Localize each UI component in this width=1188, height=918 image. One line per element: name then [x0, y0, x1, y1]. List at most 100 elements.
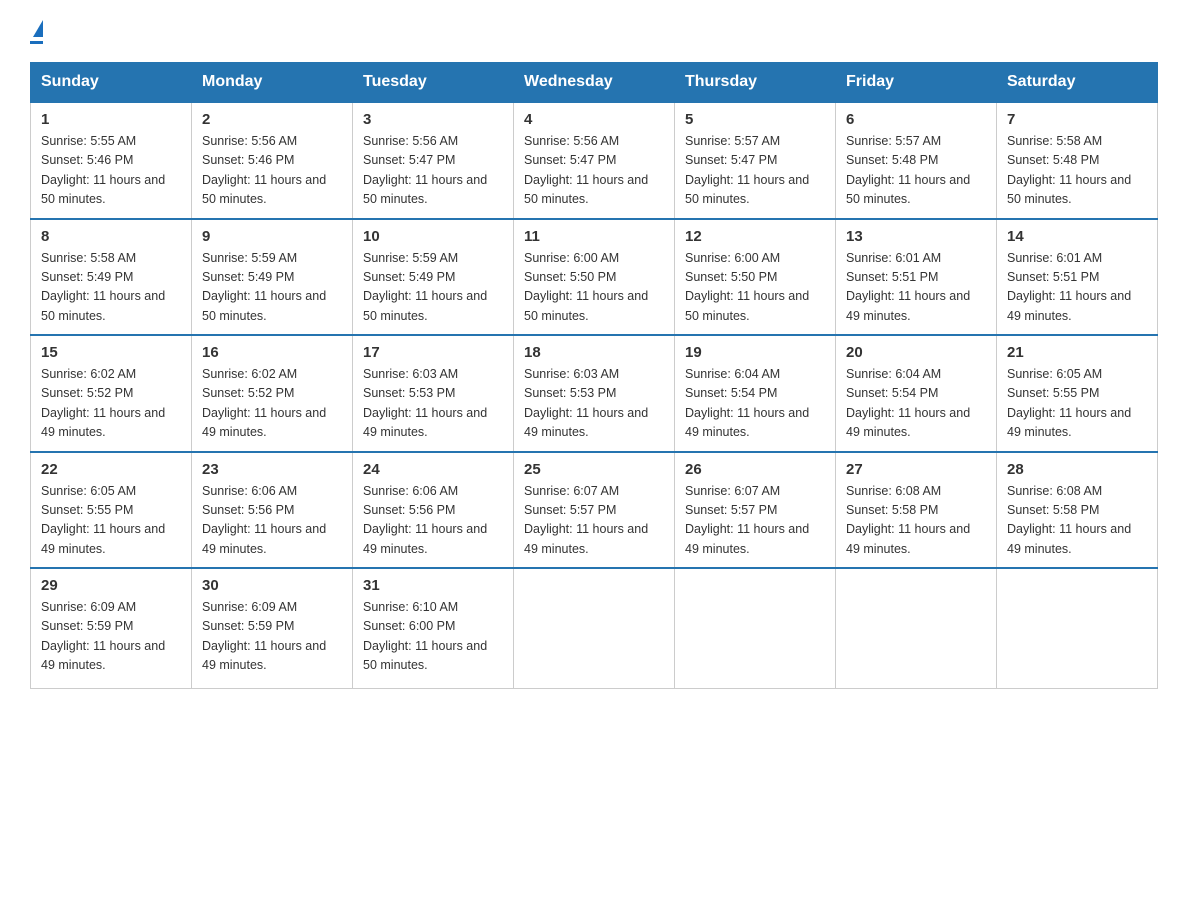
day-info: Sunrise: 6:03 AMSunset: 5:53 PMDaylight:… — [524, 365, 664, 443]
calendar-cell: 12 Sunrise: 6:00 AMSunset: 5:50 PMDaylig… — [675, 219, 836, 336]
day-info: Sunrise: 5:57 AMSunset: 5:47 PMDaylight:… — [685, 132, 825, 210]
col-header-sunday: Sunday — [31, 63, 192, 103]
day-info: Sunrise: 6:00 AMSunset: 5:50 PMDaylight:… — [524, 249, 664, 327]
day-number: 20 — [846, 344, 986, 361]
day-info: Sunrise: 6:05 AMSunset: 5:55 PMDaylight:… — [1007, 365, 1147, 443]
day-number: 5 — [685, 111, 825, 128]
day-info: Sunrise: 6:00 AMSunset: 5:50 PMDaylight:… — [685, 249, 825, 327]
calendar-cell: 4 Sunrise: 5:56 AMSunset: 5:47 PMDayligh… — [514, 102, 675, 219]
day-number: 29 — [41, 577, 181, 594]
day-number: 24 — [363, 461, 503, 478]
day-number: 7 — [1007, 111, 1147, 128]
day-info: Sunrise: 6:02 AMSunset: 5:52 PMDaylight:… — [202, 365, 342, 443]
col-header-wednesday: Wednesday — [514, 63, 675, 103]
day-number: 11 — [524, 228, 664, 245]
day-number: 31 — [363, 577, 503, 594]
calendar-cell — [836, 568, 997, 688]
day-info: Sunrise: 6:06 AMSunset: 5:56 PMDaylight:… — [363, 482, 503, 560]
day-number: 27 — [846, 461, 986, 478]
day-info: Sunrise: 6:07 AMSunset: 5:57 PMDaylight:… — [524, 482, 664, 560]
calendar-cell: 17 Sunrise: 6:03 AMSunset: 5:53 PMDaylig… — [353, 335, 514, 452]
calendar-cell: 18 Sunrise: 6:03 AMSunset: 5:53 PMDaylig… — [514, 335, 675, 452]
day-number: 15 — [41, 344, 181, 361]
day-info: Sunrise: 6:10 AMSunset: 6:00 PMDaylight:… — [363, 598, 503, 676]
day-info: Sunrise: 6:05 AMSunset: 5:55 PMDaylight:… — [41, 482, 181, 560]
calendar-cell: 6 Sunrise: 5:57 AMSunset: 5:48 PMDayligh… — [836, 102, 997, 219]
day-number: 9 — [202, 228, 342, 245]
day-number: 2 — [202, 111, 342, 128]
col-header-friday: Friday — [836, 63, 997, 103]
day-number: 16 — [202, 344, 342, 361]
day-info: Sunrise: 5:57 AMSunset: 5:48 PMDaylight:… — [846, 132, 986, 210]
calendar-cell: 2 Sunrise: 5:56 AMSunset: 5:46 PMDayligh… — [192, 102, 353, 219]
day-info: Sunrise: 5:56 AMSunset: 5:47 PMDaylight:… — [363, 132, 503, 210]
calendar-cell — [997, 568, 1158, 688]
day-info: Sunrise: 6:03 AMSunset: 5:53 PMDaylight:… — [363, 365, 503, 443]
day-number: 10 — [363, 228, 503, 245]
calendar-cell: 25 Sunrise: 6:07 AMSunset: 5:57 PMDaylig… — [514, 452, 675, 569]
day-info: Sunrise: 6:01 AMSunset: 5:51 PMDaylight:… — [1007, 249, 1147, 327]
day-number: 18 — [524, 344, 664, 361]
day-number: 1 — [41, 111, 181, 128]
calendar-cell: 7 Sunrise: 5:58 AMSunset: 5:48 PMDayligh… — [997, 102, 1158, 219]
day-number: 30 — [202, 577, 342, 594]
day-number: 13 — [846, 228, 986, 245]
day-info: Sunrise: 5:59 AMSunset: 5:49 PMDaylight:… — [202, 249, 342, 327]
calendar-cell: 31 Sunrise: 6:10 AMSunset: 6:00 PMDaylig… — [353, 568, 514, 688]
day-number: 4 — [524, 111, 664, 128]
day-info: Sunrise: 5:56 AMSunset: 5:46 PMDaylight:… — [202, 132, 342, 210]
calendar-cell: 28 Sunrise: 6:08 AMSunset: 5:58 PMDaylig… — [997, 452, 1158, 569]
day-number: 26 — [685, 461, 825, 478]
day-info: Sunrise: 5:58 AMSunset: 5:48 PMDaylight:… — [1007, 132, 1147, 210]
day-info: Sunrise: 6:04 AMSunset: 5:54 PMDaylight:… — [685, 365, 825, 443]
day-info: Sunrise: 6:04 AMSunset: 5:54 PMDaylight:… — [846, 365, 986, 443]
calendar-header-row: SundayMondayTuesdayWednesdayThursdayFrid… — [31, 63, 1158, 103]
day-number: 12 — [685, 228, 825, 245]
calendar-cell: 21 Sunrise: 6:05 AMSunset: 5:55 PMDaylig… — [997, 335, 1158, 452]
day-number: 8 — [41, 228, 181, 245]
col-header-monday: Monday — [192, 63, 353, 103]
calendar-cell: 20 Sunrise: 6:04 AMSunset: 5:54 PMDaylig… — [836, 335, 997, 452]
day-info: Sunrise: 5:55 AMSunset: 5:46 PMDaylight:… — [41, 132, 181, 210]
calendar-cell: 23 Sunrise: 6:06 AMSunset: 5:56 PMDaylig… — [192, 452, 353, 569]
day-number: 3 — [363, 111, 503, 128]
day-info: Sunrise: 5:58 AMSunset: 5:49 PMDaylight:… — [41, 249, 181, 327]
calendar-week-5: 29 Sunrise: 6:09 AMSunset: 5:59 PMDaylig… — [31, 568, 1158, 688]
day-info: Sunrise: 6:09 AMSunset: 5:59 PMDaylight:… — [202, 598, 342, 676]
day-number: 28 — [1007, 461, 1147, 478]
day-info: Sunrise: 6:08 AMSunset: 5:58 PMDaylight:… — [1007, 482, 1147, 560]
col-header-thursday: Thursday — [675, 63, 836, 103]
day-info: Sunrise: 6:09 AMSunset: 5:59 PMDaylight:… — [41, 598, 181, 676]
calendar-cell: 5 Sunrise: 5:57 AMSunset: 5:47 PMDayligh… — [675, 102, 836, 219]
col-header-tuesday: Tuesday — [353, 63, 514, 103]
calendar-cell — [675, 568, 836, 688]
calendar-week-2: 8 Sunrise: 5:58 AMSunset: 5:49 PMDayligh… — [31, 219, 1158, 336]
calendar-cell: 27 Sunrise: 6:08 AMSunset: 5:58 PMDaylig… — [836, 452, 997, 569]
calendar-week-1: 1 Sunrise: 5:55 AMSunset: 5:46 PMDayligh… — [31, 102, 1158, 219]
day-number: 6 — [846, 111, 986, 128]
logo — [30, 20, 43, 44]
logo-underline — [30, 41, 43, 44]
day-number: 21 — [1007, 344, 1147, 361]
day-info: Sunrise: 6:01 AMSunset: 5:51 PMDaylight:… — [846, 249, 986, 327]
calendar-cell: 24 Sunrise: 6:06 AMSunset: 5:56 PMDaylig… — [353, 452, 514, 569]
calendar-week-4: 22 Sunrise: 6:05 AMSunset: 5:55 PMDaylig… — [31, 452, 1158, 569]
calendar-cell: 26 Sunrise: 6:07 AMSunset: 5:57 PMDaylig… — [675, 452, 836, 569]
calendar-cell: 1 Sunrise: 5:55 AMSunset: 5:46 PMDayligh… — [31, 102, 192, 219]
day-info: Sunrise: 5:59 AMSunset: 5:49 PMDaylight:… — [363, 249, 503, 327]
day-number: 14 — [1007, 228, 1147, 245]
page-header — [30, 20, 1158, 44]
calendar-cell: 3 Sunrise: 5:56 AMSunset: 5:47 PMDayligh… — [353, 102, 514, 219]
calendar-cell: 15 Sunrise: 6:02 AMSunset: 5:52 PMDaylig… — [31, 335, 192, 452]
day-number: 22 — [41, 461, 181, 478]
calendar-cell: 19 Sunrise: 6:04 AMSunset: 5:54 PMDaylig… — [675, 335, 836, 452]
day-info: Sunrise: 5:56 AMSunset: 5:47 PMDaylight:… — [524, 132, 664, 210]
calendar-cell: 11 Sunrise: 6:00 AMSunset: 5:50 PMDaylig… — [514, 219, 675, 336]
col-header-saturday: Saturday — [997, 63, 1158, 103]
day-info: Sunrise: 6:07 AMSunset: 5:57 PMDaylight:… — [685, 482, 825, 560]
calendar-cell: 9 Sunrise: 5:59 AMSunset: 5:49 PMDayligh… — [192, 219, 353, 336]
day-info: Sunrise: 6:08 AMSunset: 5:58 PMDaylight:… — [846, 482, 986, 560]
day-number: 23 — [202, 461, 342, 478]
calendar-cell — [514, 568, 675, 688]
calendar-table: SundayMondayTuesdayWednesdayThursdayFrid… — [30, 62, 1158, 689]
